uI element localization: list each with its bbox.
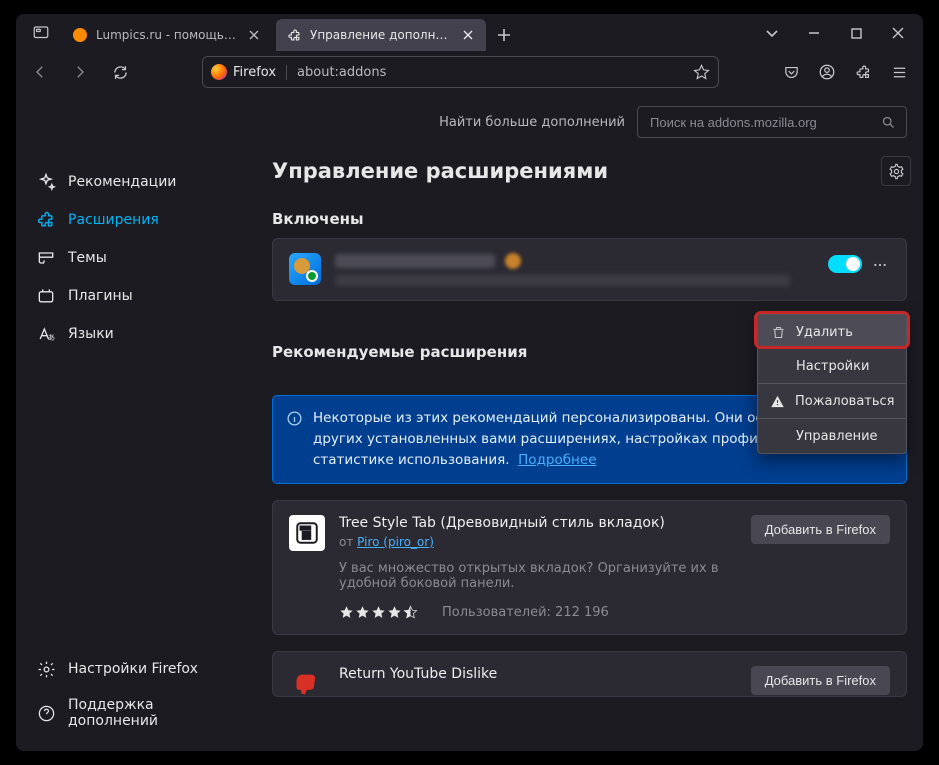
reload-button[interactable] [104,56,136,88]
pocket-icon[interactable] [775,56,807,88]
recommendation-author: от Piro (piro_or) [339,535,737,549]
users-count: Пользователей: 212 196 [442,605,609,620]
menu-item-settings[interactable]: Настройки [758,349,906,383]
recommendation-card-return-youtube-dislike: Return YouTube Dislike Добавить в Firefo… [272,651,907,697]
sidebar-label: Темы [68,250,107,266]
search-icon [881,115,896,130]
tab-addons[interactable]: Управление дополнениями [276,19,486,51]
search-label: Найти больше дополнений [439,115,625,130]
puzzle-icon [286,27,302,43]
recommendation-title: Return YouTube Dislike [339,666,737,682]
menu-label: Пожаловаться [795,394,895,409]
tab-lumpics[interactable]: Lumpics.ru - помощь с компь [62,19,272,51]
titlebar: Lumpics.ru - помощь с компь Управление д… [16,14,923,52]
app-menu-icon[interactable] [24,16,58,50]
menu-item-manage[interactable]: Управление [758,419,906,453]
tab-label: Управление дополнениями [310,28,452,42]
sidebar-item-addon-support[interactable]: Поддержка дополнений [24,689,248,737]
trash-icon [770,324,786,340]
sidebar: Рекомендации Расширения Темы Плагины あ Я… [16,92,256,751]
extension-desc-blurred [335,275,790,286]
recommendation-icon [289,666,325,697]
tabs-overview-icon[interactable] [751,16,793,50]
addon-search-input[interactable] [637,106,907,138]
add-to-firefox-button[interactable]: Добавить в Firefox [751,666,890,695]
close-icon[interactable] [246,30,262,40]
close-icon[interactable] [460,30,476,40]
sidebar-label: Настройки Firefox [68,661,198,677]
extension-icon [289,253,321,285]
address-bar[interactable]: Firefox about:addons [202,56,719,88]
recommendation-title: Tree Style Tab (Древовидный стиль вкладо… [339,515,737,531]
extension-context-menu: Удалить Настройки Пожаловаться Управлени… [757,314,907,454]
rating-stars [339,605,418,620]
warning-icon [770,393,785,409]
sidebar-item-firefox-settings[interactable]: Настройки Firefox [24,651,248,687]
author-link[interactable]: Piro (piro_or) [357,535,434,549]
menu-label: Настройки [796,359,869,374]
extension-toggle[interactable] [828,255,862,273]
url-text: about:addons [297,65,386,80]
tab-label: Lumpics.ru - помощь с компь [96,28,238,42]
menu-label: Удалить [796,325,853,340]
sidebar-label: Расширения [68,212,159,228]
recommendation-card-tree-style-tab: Tree Style Tab (Древовидный стиль вкладо… [272,500,907,635]
menu-label: Управление [796,429,878,444]
gear-icon [36,659,56,679]
account-icon[interactable] [811,56,843,88]
brand-label: Firefox [233,65,287,80]
maximize-button[interactable] [835,16,877,50]
recommendation-icon [289,515,325,551]
sidebar-label: Рекомендации [68,174,176,190]
help-icon [36,703,56,723]
more-options-button[interactable] [870,255,890,275]
svg-text:あ: あ [48,333,55,342]
notice-link[interactable]: Подробнее [518,452,596,468]
page-title: Управление расширениями [272,159,608,183]
language-icon: あ [36,324,56,344]
extension-name-blurred [335,254,495,268]
badge-icon [505,253,521,269]
sidebar-item-recommendations[interactable]: Рекомендации [24,164,248,200]
sidebar-item-languages[interactable]: あ Языки [24,316,248,352]
close-window-button[interactable] [877,16,919,50]
bookmark-star-icon[interactable] [693,64,710,81]
settings-gear-button[interactable] [881,156,911,186]
back-button[interactable] [24,56,56,88]
extension-card[interactable] [272,238,907,301]
sidebar-label: Поддержка дополнений [68,697,236,729]
toolbar: Firefox about:addons [16,52,923,92]
info-icon [285,409,303,427]
puzzle-icon [36,210,56,230]
menu-item-report[interactable]: Пожаловаться [758,384,906,418]
main-panel: Найти больше дополнений Управление расши… [256,92,923,751]
add-to-firefox-button[interactable]: Добавить в Firefox [751,515,890,544]
forward-button[interactable] [64,56,96,88]
sidebar-item-themes[interactable]: Темы [24,240,248,276]
minimize-button[interactable] [793,16,835,50]
page-title-row: Управление расширениями [272,156,907,186]
section-heading-enabled: Включены [272,210,907,228]
sidebar-item-plugins[interactable]: Плагины [24,278,248,314]
firefox-icon [211,64,227,80]
new-tab-button[interactable] [490,21,518,49]
menu-item-remove[interactable]: Удалить [758,315,906,349]
brush-icon [36,248,56,268]
recommendation-description: У вас множество открытых вкладок? Органи… [339,561,737,591]
sidebar-label: Языки [68,326,114,342]
favicon-lumpics [72,27,88,43]
plugin-icon [36,286,56,306]
extensions-icon[interactable] [847,56,879,88]
search-field[interactable] [648,114,873,131]
sparkle-icon [36,172,56,192]
menu-icon[interactable] [883,56,915,88]
sidebar-item-extensions[interactable]: Расширения [24,202,248,238]
sidebar-label: Плагины [68,288,133,304]
